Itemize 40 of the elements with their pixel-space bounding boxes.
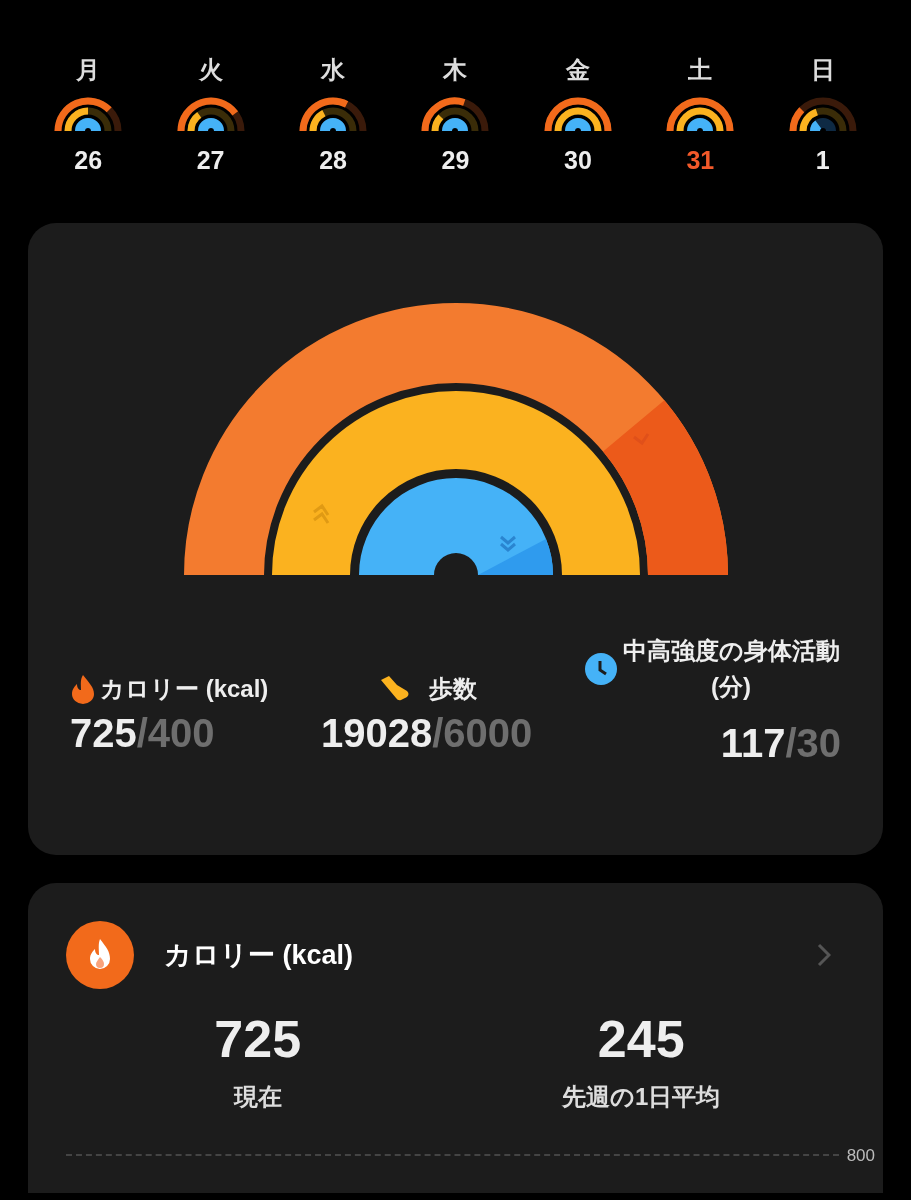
metric-value: 117 <box>720 723 786 763</box>
metric-label: カロリー (kcal) <box>100 674 269 704</box>
date-label[interactable]: 31 <box>686 148 715 173</box>
activity-rings-icon <box>299 96 368 132</box>
date-label[interactable]: 29 <box>441 148 470 173</box>
weekday-label: 火 <box>198 58 223 82</box>
activity-rings-icon <box>176 96 245 132</box>
stat-label: 現在 <box>233 1082 282 1112</box>
activity-rings-icon <box>666 96 735 132</box>
card-title: カロリー (kcal) <box>164 938 354 972</box>
metric-label: 中高強度の身体活動 (分) <box>621 636 841 702</box>
metric-goal: /30 <box>785 723 841 763</box>
weekday-label: 水 <box>321 58 346 82</box>
weekday-label: 月 <box>76 58 101 82</box>
date-label[interactable]: 27 <box>196 148 225 173</box>
weekday-label: 木 <box>443 58 468 82</box>
stat-value: 725 <box>214 1013 302 1065</box>
stat-label: 先週の1日平均 <box>562 1082 721 1112</box>
activity-rings-icon <box>54 96 123 132</box>
date-label[interactable]: 26 <box>74 148 103 173</box>
weekday-label: 日 <box>810 58 835 82</box>
weekday-label: 金 <box>565 58 590 82</box>
date-label[interactable]: 28 <box>319 148 347 173</box>
metric-value: 19028 <box>321 713 433 753</box>
clock-icon <box>585 653 617 685</box>
flame-icon <box>70 674 96 704</box>
weekday-label: 土 <box>688 58 713 82</box>
axis-label: 800 <box>846 1147 875 1164</box>
metric-goal: /400 <box>136 713 215 753</box>
date-label[interactable]: 30 <box>564 148 592 173</box>
stat-value: 245 <box>597 1013 685 1065</box>
date-label[interactable]: 1 <box>815 148 830 173</box>
activity-rings-icon <box>788 96 857 132</box>
activity-rings-icon <box>543 96 612 132</box>
activity-rings-icon <box>421 96 490 132</box>
metric-label: 歩数 <box>428 674 477 704</box>
chevron-right-icon[interactable] <box>817 943 831 967</box>
metric-value: 725 <box>70 713 137 753</box>
metric-goal: /6000 <box>432 713 533 753</box>
flame-badge-icon <box>66 921 134 989</box>
